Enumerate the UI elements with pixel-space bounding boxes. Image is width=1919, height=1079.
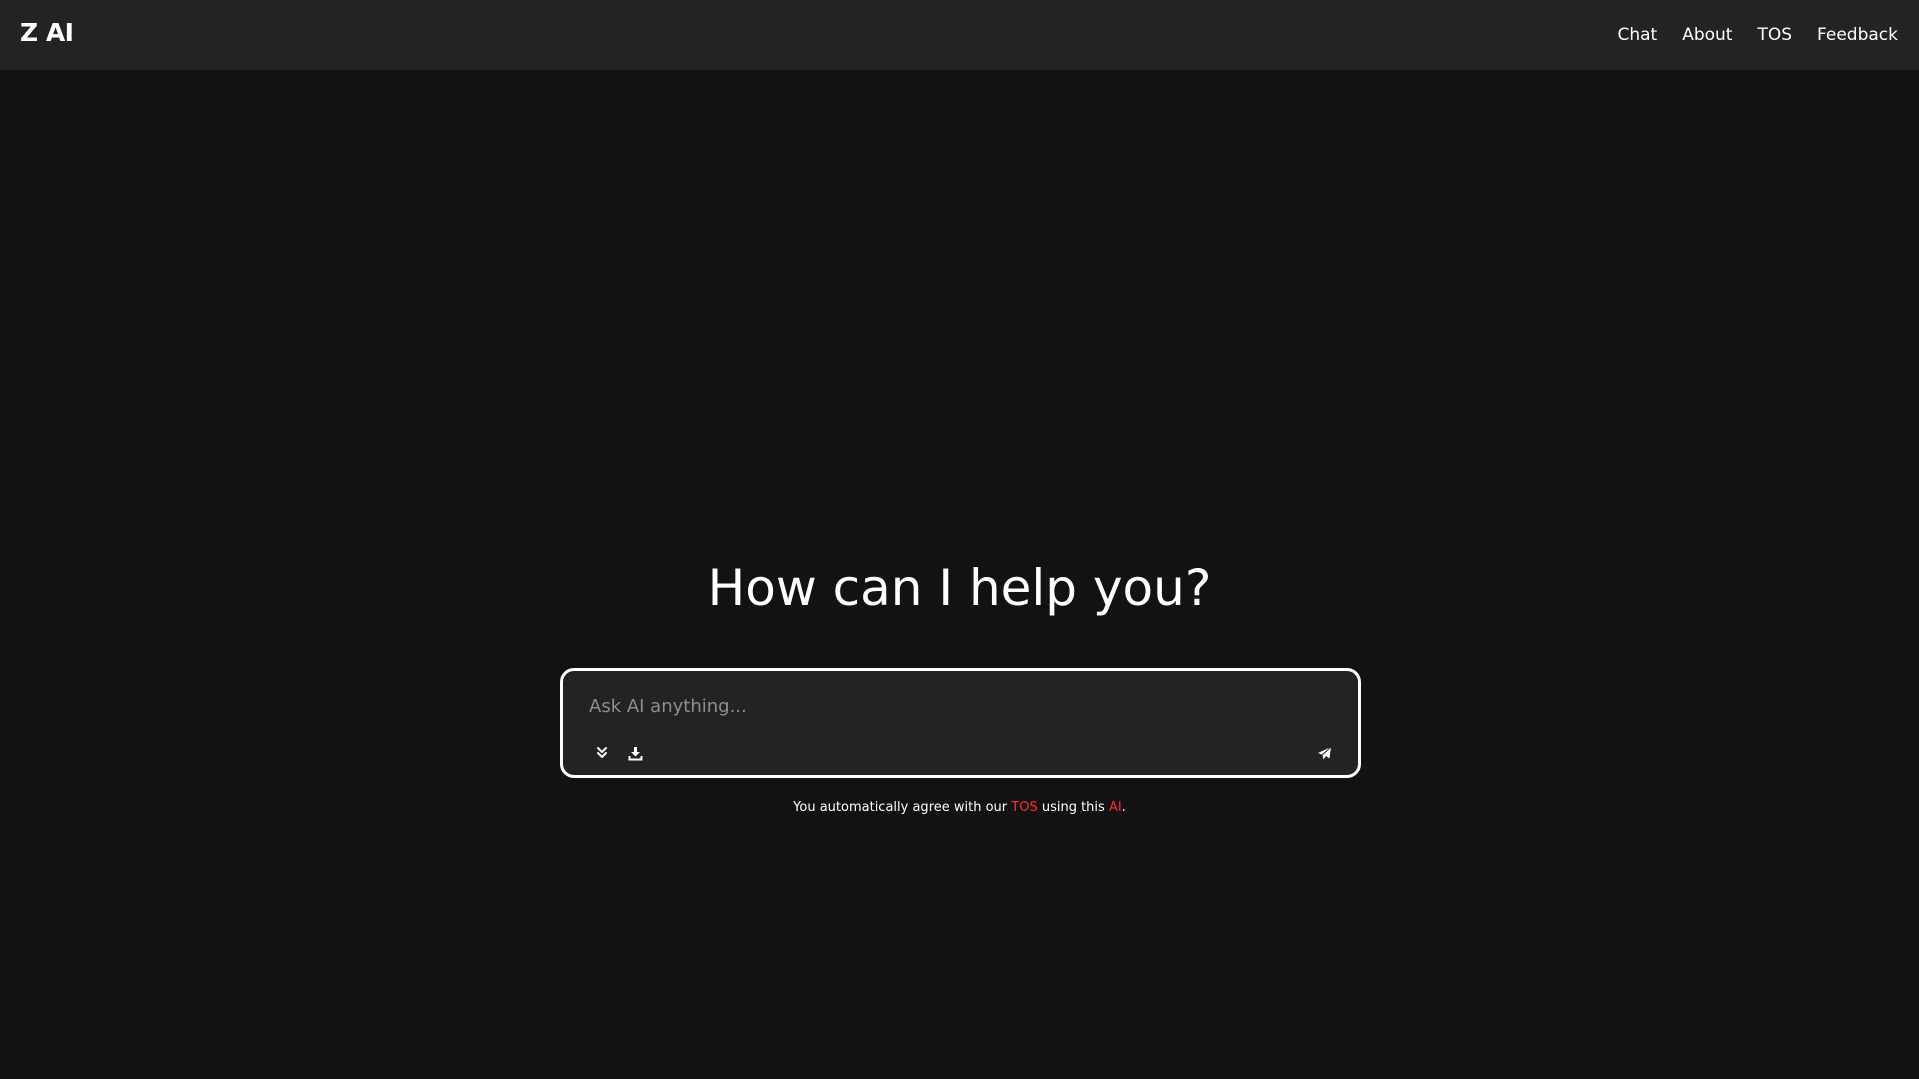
nav-link-tos[interactable]: TOS: [1757, 25, 1792, 45]
send-button[interactable]: [1312, 741, 1336, 765]
chevrons-down-icon: [595, 746, 609, 760]
chat-input[interactable]: [587, 687, 1331, 725]
app-logo[interactable]: Z AI: [20, 18, 74, 47]
nav-link-chat[interactable]: Chat: [1617, 25, 1657, 45]
page-heading: How can I help you?: [707, 559, 1212, 617]
nav-link-about[interactable]: About: [1682, 25, 1732, 45]
paper-plane-icon: [1317, 746, 1332, 761]
terms-disclaimer: You automatically agree with our TOS usi…: [0, 800, 1919, 815]
disclaimer-middle: using this: [1037, 800, 1109, 815]
disclaimer-prefix: You automatically agree with our: [793, 800, 1012, 815]
tos-link[interactable]: TOS: [1011, 800, 1037, 815]
expand-button[interactable]: [590, 741, 614, 765]
download-button[interactable]: [623, 741, 647, 765]
ai-link[interactable]: AI: [1109, 800, 1122, 815]
main-nav: Chat About TOS Feedback: [1617, 0, 1898, 70]
top-navbar: Z AI Chat About TOS Feedback: [0, 0, 1919, 70]
nav-link-feedback[interactable]: Feedback: [1817, 25, 1898, 45]
download-icon: [628, 746, 643, 761]
chat-input-container: [560, 668, 1361, 778]
disclaimer-suffix: .: [1121, 800, 1126, 815]
